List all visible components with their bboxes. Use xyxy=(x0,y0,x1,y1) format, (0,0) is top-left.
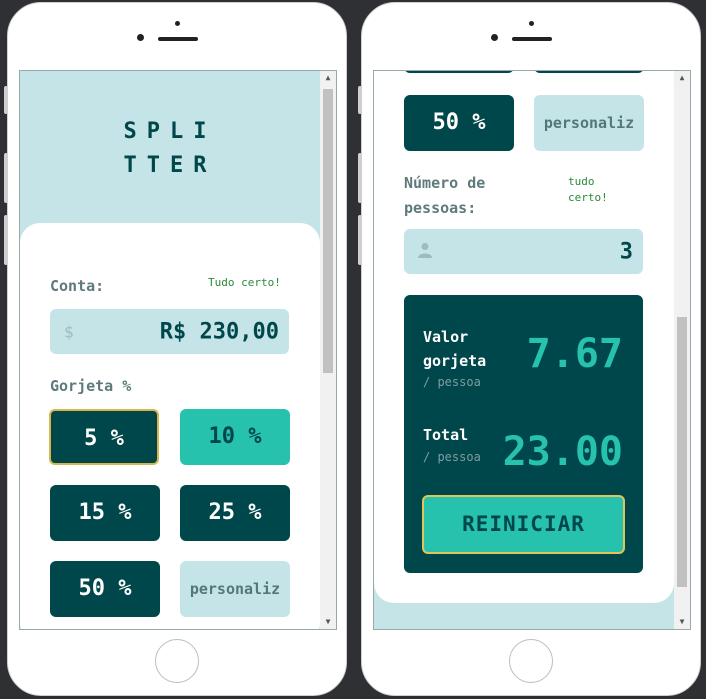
scroll-thumb[interactable] xyxy=(677,317,687,587)
front-camera xyxy=(137,34,144,41)
screen-left[interactable]: SPLI TTER Conta: Tudo certo! $ R$ 230,00… xyxy=(19,70,337,630)
total-per-person-label: / pessoa xyxy=(423,450,481,464)
total-value: 23.00 xyxy=(502,429,623,475)
scroll-thumb[interactable] xyxy=(323,89,333,373)
phone-frame-left: SPLI TTER Conta: Tudo certo! $ R$ 230,00… xyxy=(4,2,347,696)
tip-button-15[interactable]: 15 % xyxy=(404,71,514,73)
mute-switch xyxy=(4,86,8,114)
tip-button-25[interactable]: 25 % xyxy=(180,485,290,541)
scroll-down-arrow-icon[interactable]: ▼ xyxy=(674,615,690,629)
scroll-down-arrow-icon[interactable]: ▼ xyxy=(320,615,336,629)
reset-button[interactable]: REINICIAR xyxy=(422,495,625,554)
screen-right[interactable]: 15 % 25 % 50 % personaliz Número de pess… xyxy=(373,70,691,630)
sensor-dot xyxy=(175,21,180,26)
bill-input[interactable]: $ R$ 230,00 xyxy=(50,309,289,354)
bill-status: Tudo certo! xyxy=(208,276,281,289)
volume-up-button xyxy=(358,153,362,203)
scrollbar-right[interactable]: ▲ ▼ xyxy=(674,71,690,629)
results-panel: Valor gorjeta / pessoa 7.67 Total / pess… xyxy=(404,295,643,573)
volume-down-button xyxy=(4,215,8,265)
people-status-line2: certo! xyxy=(568,191,608,204)
earpiece-speaker xyxy=(512,37,552,41)
app-logo-line2: TTER xyxy=(123,153,217,178)
home-button[interactable] xyxy=(509,639,553,683)
scrollbar-left[interactable]: ▲ ▼ xyxy=(320,71,336,629)
tip-label: Gorjeta % xyxy=(50,377,132,395)
tip-button-10[interactable]: 10 % xyxy=(180,409,290,465)
people-status-line1: tudo xyxy=(568,175,595,188)
sensor-dot xyxy=(529,21,534,26)
people-label-line2: pessoas: xyxy=(404,199,477,217)
front-camera xyxy=(491,34,498,41)
volume-up-button xyxy=(4,153,8,203)
tip-amount-label-line1: Valor xyxy=(423,328,469,346)
bill-label: Conta: xyxy=(50,277,105,295)
tip-custom-input[interactable]: personaliz xyxy=(180,561,290,617)
scroll-up-arrow-icon[interactable]: ▲ xyxy=(674,71,690,85)
phone-frame-right: 15 % 25 % 50 % personaliz Número de pess… xyxy=(358,2,701,696)
volume-down-button xyxy=(358,215,362,265)
tip-button-50[interactable]: 50 % xyxy=(50,561,160,617)
home-button[interactable] xyxy=(155,639,199,683)
mute-switch xyxy=(358,86,362,114)
tip-amount-label-line2: gorjeta xyxy=(423,352,487,370)
tip-amount-value: 7.67 xyxy=(526,331,623,377)
people-input[interactable]: 3 xyxy=(404,229,643,274)
bill-value: R$ 230,00 xyxy=(159,319,279,344)
people-label-line1: Número de xyxy=(404,174,486,192)
people-value: 3 xyxy=(619,239,633,264)
tip-custom-input[interactable]: personaliz xyxy=(534,95,644,151)
tip-button-50[interactable]: 50 % xyxy=(404,95,514,151)
tip-per-person-label: / pessoa xyxy=(423,375,481,389)
person-icon xyxy=(418,242,432,262)
earpiece-speaker xyxy=(158,37,198,41)
tip-button-5[interactable]: 5 % xyxy=(49,409,159,465)
dollar-icon: $ xyxy=(64,322,74,341)
tip-button-25[interactable]: 25 % xyxy=(534,71,644,73)
tip-button-15[interactable]: 15 % xyxy=(50,485,160,541)
scroll-up-arrow-icon[interactable]: ▲ xyxy=(320,71,336,85)
total-label: Total xyxy=(423,426,469,444)
app-logo-line1: SPLI xyxy=(123,119,217,144)
